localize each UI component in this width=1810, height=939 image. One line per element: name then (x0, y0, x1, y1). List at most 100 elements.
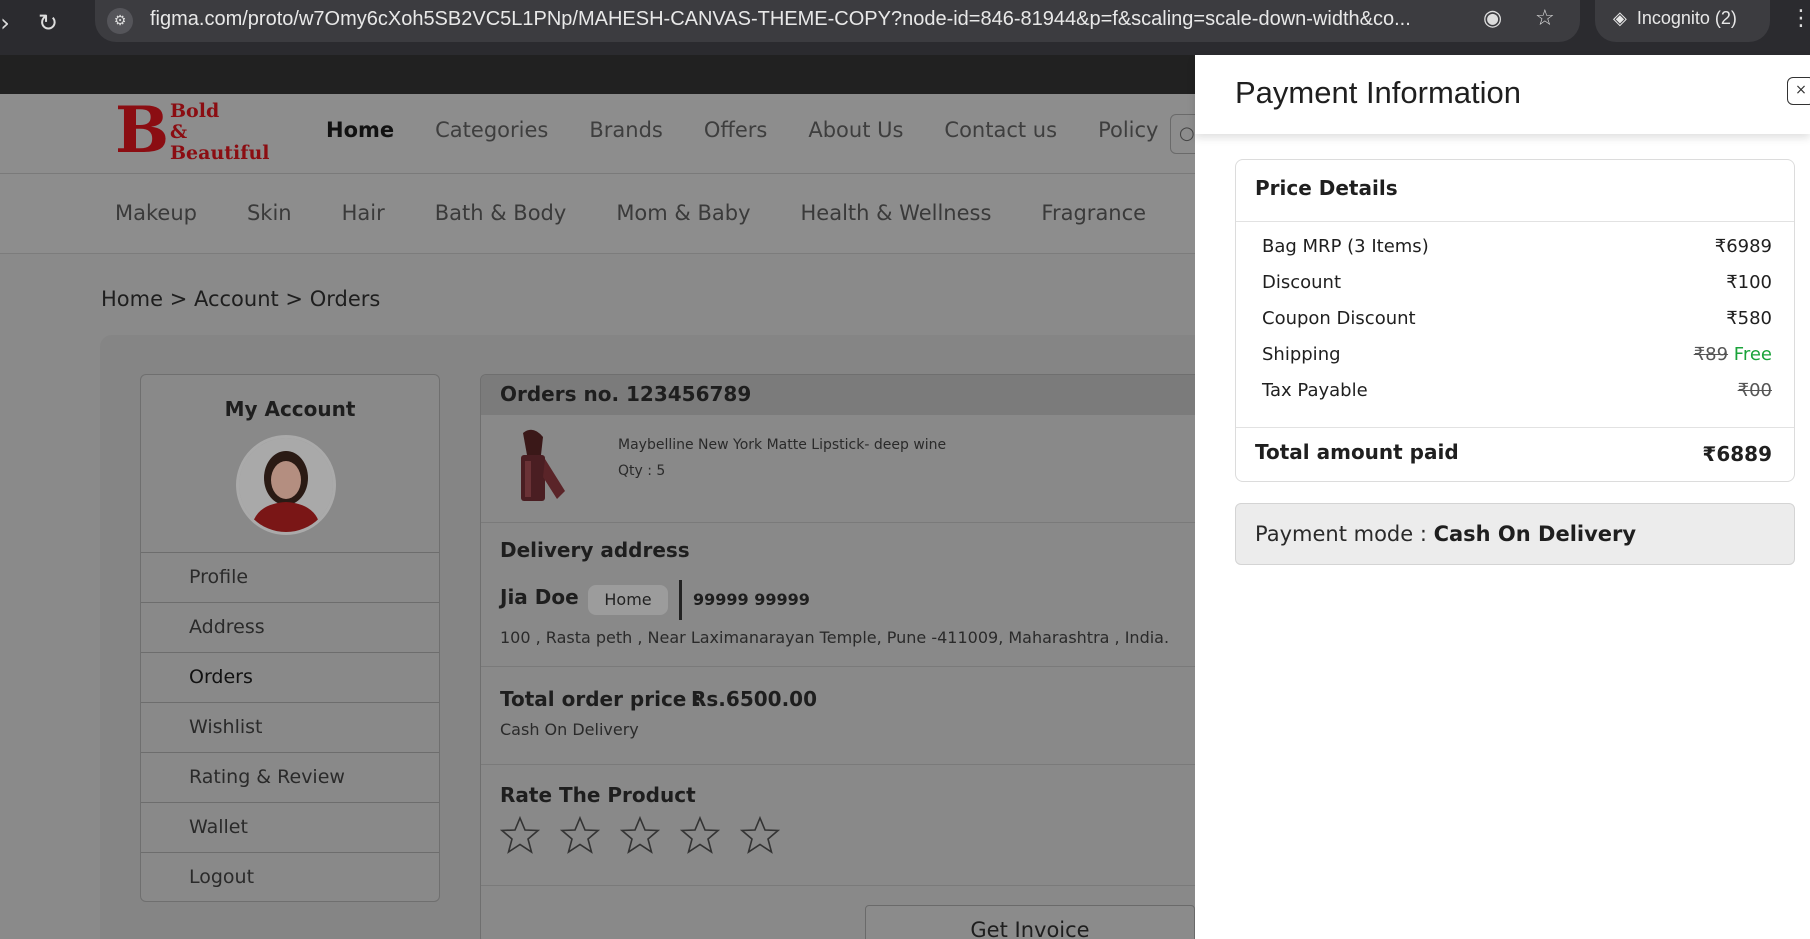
brand-logo[interactable]: B Bold & Beautiful (115, 99, 285, 169)
drawer-header: Payment Information × (1195, 55, 1810, 134)
back-icon[interactable]: › (0, 6, 22, 40)
star-icon[interactable] (680, 815, 720, 855)
account-menu-wishlist[interactable]: Wishlist (141, 702, 439, 752)
cat-mom-baby[interactable]: Mom & Baby (616, 201, 750, 225)
cat-hair[interactable]: Hair (342, 201, 385, 225)
nav-offers[interactable]: Offers (704, 118, 768, 142)
cat-fragrance[interactable]: Fragrance (1041, 201, 1146, 225)
price-value: ₹100 (1726, 272, 1772, 293)
account-menu-orders[interactable]: Orders (141, 652, 439, 702)
address-bar[interactable]: ⚙ figma.com/proto/w7Omy6cXoh5SB2VC5L1PNp… (95, 0, 1580, 42)
account-menu-logout[interactable]: Logout (141, 852, 439, 902)
logo-mark: B (115, 93, 170, 168)
account-sidebar: My Account Profile Address Orders Wishli… (140, 374, 440, 902)
account-menu-wallet[interactable]: Wallet (141, 802, 439, 852)
rupee-icon: ₹ (1693, 344, 1706, 365)
total-amount-label: Total amount paid (1255, 440, 1459, 464)
cat-health-wellness[interactable]: Health & Wellness (801, 201, 992, 225)
account-menu-address[interactable]: Address (141, 602, 439, 652)
reload-icon[interactable]: ↻ (31, 6, 65, 40)
price-amount-struck: 89 (1705, 344, 1729, 365)
payment-info-drawer: Payment Information × Price Details Bag … (1195, 55, 1810, 939)
order-payment-method: Cash On Delivery (500, 720, 639, 739)
incognito-icon: ◈ (1613, 8, 1627, 28)
browser-toolbar: › ↻ ⚙ figma.com/proto/w7Omy6cXoh5SB2VC5L… (0, 0, 1810, 55)
nav-contact-us[interactable]: Contact us (944, 118, 1057, 142)
total-amount: 6889 (1716, 442, 1772, 466)
delivery-address-title: Delivery address (500, 538, 690, 562)
price-details-title: Price Details (1236, 160, 1794, 222)
price-amount: 580 (1737, 308, 1772, 329)
incognito-label: Incognito (2) (1636, 8, 1737, 28)
price-value: ₹580 (1726, 308, 1772, 329)
account-menu-profile[interactable]: Profile (141, 552, 439, 602)
total-order-label: Total order price : (500, 687, 702, 711)
breadcrumb[interactable]: Home > Account > Orders (101, 287, 380, 311)
order-number: Orders no. 123456789 (481, 375, 1219, 415)
nav-categories[interactable]: Categories (435, 118, 548, 142)
star-icon[interactable] (740, 815, 780, 855)
divider (481, 885, 1219, 886)
total-amount-row: Total amount paid ₹6889 (1255, 440, 1772, 466)
cat-skin[interactable]: Skin (247, 201, 292, 225)
account-menu: Profile Address Orders Wishlist Rating &… (141, 552, 439, 902)
rupee-icon: ₹ (1702, 442, 1717, 466)
cat-bath-body[interactable]: Bath & Body (435, 201, 567, 225)
price-label: Tax Payable (1262, 380, 1368, 401)
payment-mode-value: Cash On Delivery (1433, 522, 1637, 546)
divider (1236, 427, 1794, 428)
order-product[interactable]: Maybelline New York Matte Lipstick- deep… (481, 415, 1219, 523)
price-amount: 6989 (1726, 236, 1772, 257)
account-menu-rating-review[interactable]: Rating & Review (141, 752, 439, 802)
nav-home[interactable]: Home (326, 118, 394, 142)
eye-off-icon[interactable]: ◉ (1483, 6, 1502, 31)
rupee-icon: ₹ (1714, 236, 1727, 257)
price-label: Bag MRP (3 Items) (1262, 236, 1429, 257)
logo-text: Bold & Beautiful (170, 100, 270, 164)
star-icon[interactable] (500, 815, 540, 855)
drawer-title: Payment Information (1235, 75, 1522, 110)
browser-menu-icon[interactable]: ⋮ (1790, 6, 1810, 31)
price-value: ₹00 (1738, 380, 1772, 401)
divider (481, 666, 1219, 667)
rupee-icon: ₹ (1726, 308, 1738, 329)
free-badge: Free (1733, 344, 1772, 365)
incognito-button[interactable]: ◈ Incognito (2) (1595, 0, 1770, 42)
price-label: Discount (1262, 272, 1342, 293)
payment-mode-label: Payment mode : (1255, 522, 1434, 546)
site-info-icon[interactable]: ⚙ (107, 8, 133, 34)
main-nav: Home Categories Brands Offers About Us C… (326, 118, 1158, 142)
rupee-icon: ₹ (1726, 272, 1738, 293)
price-amount: 100 (1737, 272, 1772, 293)
nav-brands[interactable]: Brands (589, 118, 663, 142)
total-order-value: Rs.6500.00 (691, 687, 817, 711)
price-details-card: Price Details Bag MRP (3 Items) ₹6989 Di… (1235, 159, 1795, 482)
price-amount-struck: 00 (1749, 380, 1772, 401)
payment-mode-box: Payment mode : Cash On Delivery (1235, 503, 1795, 565)
address-tag: Home (588, 585, 668, 615)
rupee-icon: ₹ (1737, 380, 1750, 401)
divider (481, 764, 1219, 765)
star-icon[interactable] (620, 815, 660, 855)
rate-product-title: Rate The Product (500, 783, 696, 807)
rating-stars (500, 815, 780, 855)
bookmark-star-icon[interactable]: ☆ (1535, 6, 1555, 31)
price-value: ₹89 Free (1694, 344, 1772, 365)
account-title: My Account (224, 397, 356, 421)
avatar (236, 435, 336, 535)
order-card: Orders no. 123456789 Maybelline New York… (480, 374, 1220, 939)
customer-name: Jia Doe (500, 585, 579, 609)
nav-policy[interactable]: Policy (1098, 118, 1158, 142)
product-qty: Qty : 5 (618, 463, 666, 479)
product-image (503, 425, 573, 505)
product-name: Maybelline New York Matte Lipstick- deep… (618, 437, 947, 453)
price-label: Shipping (1262, 344, 1341, 365)
url-text[interactable]: figma.com/proto/w7Omy6cXoh5SB2VC5L1PNp/M… (150, 8, 1460, 31)
star-icon[interactable] (560, 815, 600, 855)
cat-makeup[interactable]: Makeup (115, 201, 197, 225)
close-icon[interactable]: × (1787, 77, 1810, 105)
get-invoice-button[interactable]: Get Invoice (865, 905, 1195, 939)
delivery-address: 100 , Rasta peth , Near Laximanarayan Te… (500, 628, 1170, 647)
nav-about-us[interactable]: About Us (808, 118, 903, 142)
price-label: Coupon Discount (1262, 308, 1416, 329)
